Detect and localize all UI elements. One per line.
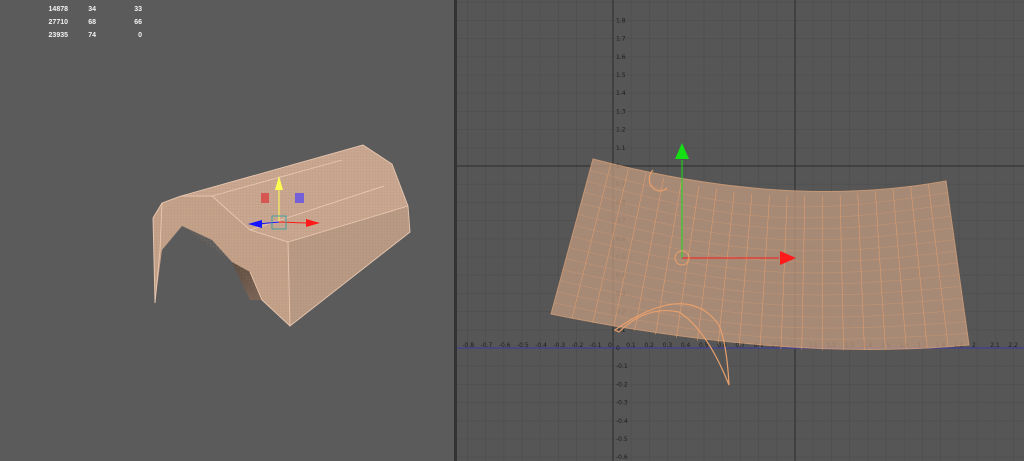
uv-x-tick-label: 0.5 (699, 342, 709, 349)
uv-x-tick-label: -0.3 (553, 342, 565, 349)
uv-y-tick-label: 1.7 (616, 36, 626, 43)
uv-x-tick-label: -0.4 (535, 342, 547, 349)
perspective-viewport[interactable]: 14878 34 33 27710 68 66 23935 74 0 (0, 0, 454, 461)
uv-y-tick-label: 0 (616, 345, 620, 352)
uv-x-tick-label: -0.5 (517, 342, 529, 349)
perspective-canvas (152, 144, 411, 327)
uv-y-tick-label: 1.4 (616, 90, 626, 97)
uv-editor-viewport[interactable]: 1.81.71.61.51.41.31.21.110.90.80.70.60.5… (457, 0, 1024, 461)
uv-x-tick-label: 2 (972, 342, 976, 349)
uv-x-tick-label: 2.2 (1008, 342, 1018, 349)
uv-y-tick-label: -0.2 (616, 381, 628, 388)
uv-y-tick-label: 1.1 (616, 145, 626, 152)
uv-x-tick-label: -0.7 (481, 342, 493, 349)
uv-x-tick-label: -0.2 (572, 342, 584, 349)
uv-x-tick-label: 0.1 (626, 342, 636, 349)
uv-x-tick-label: 0.2 (644, 342, 654, 349)
uv-y-tick-label: 1.6 (616, 54, 626, 61)
uv-x-tick-label: -0.1 (590, 342, 602, 349)
uv-x-tick-label: 0.4 (681, 342, 691, 349)
uv-canvas: 1.81.71.61.51.41.31.21.110.90.80.70.60.5… (457, 0, 1024, 461)
uv-y-tick-label: -0.5 (616, 436, 628, 443)
half-pipe-mesh[interactable] (152, 144, 411, 327)
uv-y-tick-label: -0.4 (616, 418, 628, 425)
uv-y-tick-label: 1.2 (616, 127, 626, 134)
uv-y-tick-label: -0.3 (616, 400, 628, 407)
uv-y-tick-label: 1.8 (616, 17, 626, 24)
uv-x-tick-label: 0 (608, 342, 612, 349)
uv-x-tick-label: -0.6 (499, 342, 511, 349)
uv-shell-mesh[interactable] (550, 158, 970, 386)
uv-y-tick-label: 1.5 (616, 72, 626, 79)
uv-x-tick-label: -0.8 (462, 342, 474, 349)
uv-x-tick-label: 0.3 (663, 342, 673, 349)
uv-x-tick-label: 2.1 (990, 342, 1000, 349)
uv-y-tick-label: 1.3 (616, 108, 626, 115)
uv-y-tick-label: -0.1 (616, 363, 628, 370)
uv-y-tick-label: -0.6 (616, 454, 628, 461)
